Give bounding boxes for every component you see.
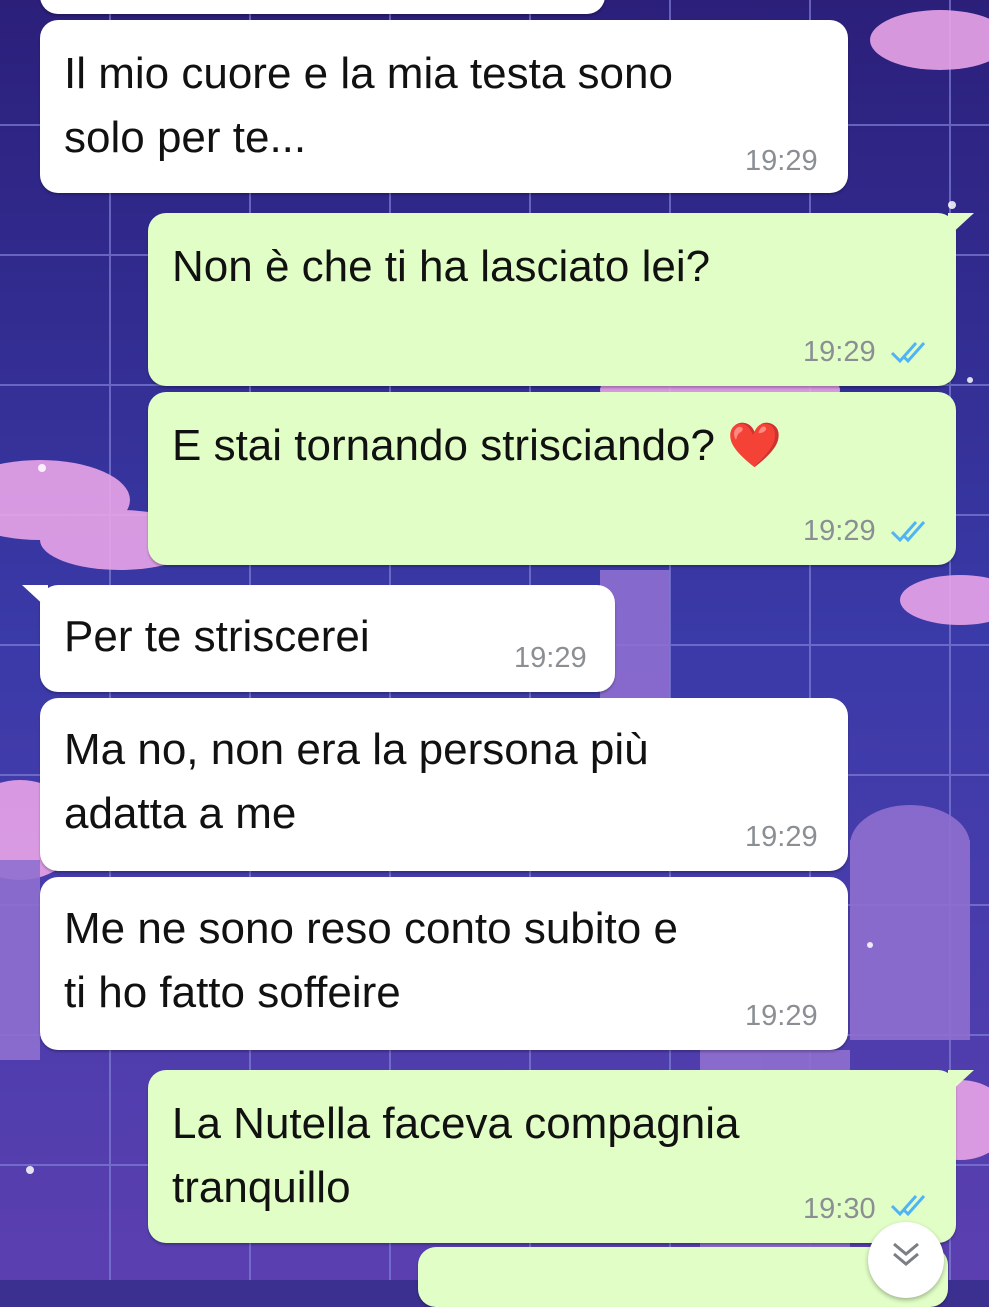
bubble-tail <box>948 1070 974 1094</box>
bubble-tail <box>22 585 48 609</box>
message-time: 19:29 <box>514 642 587 674</box>
message-time: 19:29 <box>745 821 818 853</box>
message-text: La Nutella faceva compagnia tranquillo <box>172 1099 740 1212</box>
message-time: 19:29 <box>803 515 876 547</box>
chat-message-incoming[interactable]: Per te striscerei 19:29 <box>22 585 615 692</box>
chat-message-incoming[interactable]: Me ne sono reso conto subito e ti ho fat… <box>40 877 848 1050</box>
scroll-to-bottom-button[interactable] <box>868 1222 944 1298</box>
message-time: 19:30 <box>803 1193 876 1225</box>
message-text: E stai tornando strisciando? ❤️ <box>172 421 782 470</box>
double-check-icon <box>890 521 926 543</box>
message-text: Non è che ti ha lasciato lei? <box>172 242 711 291</box>
chat-message-incoming[interactable]: Ma no, non era la persona più adatta a m… <box>40 698 848 871</box>
chat-message-incoming[interactable]: Il mio cuore e la mia testa sono solo pe… <box>40 20 848 193</box>
message-text: Il mio cuore e la mia testa sono solo pe… <box>64 49 673 162</box>
message-time: 19:29 <box>745 145 818 177</box>
message-text: Per te striscerei <box>64 612 370 661</box>
bubble-tail <box>948 213 974 237</box>
message-text: Me ne sono reso conto subito e ti ho fat… <box>64 904 678 1017</box>
double-check-icon <box>890 342 926 364</box>
chevron-double-down-icon <box>893 1242 919 1266</box>
message-time: 19:29 <box>745 1000 818 1032</box>
chat-message-outgoing[interactable]: La Nutella faceva compagnia tranquillo 1… <box>148 1070 974 1243</box>
message-text: Ma no, non era la persona più adatta a m… <box>64 725 649 838</box>
double-check-icon <box>890 1195 926 1217</box>
chat-message[interactable] <box>40 0 605 14</box>
chat-message-outgoing[interactable]: Non è che ti ha lasciato lei? 19:29 <box>148 213 974 386</box>
message-time: 19:29 <box>803 336 876 368</box>
chat-message-outgoing[interactable]: E stai tornando strisciando? ❤️ 19:29 <box>148 392 956 565</box>
